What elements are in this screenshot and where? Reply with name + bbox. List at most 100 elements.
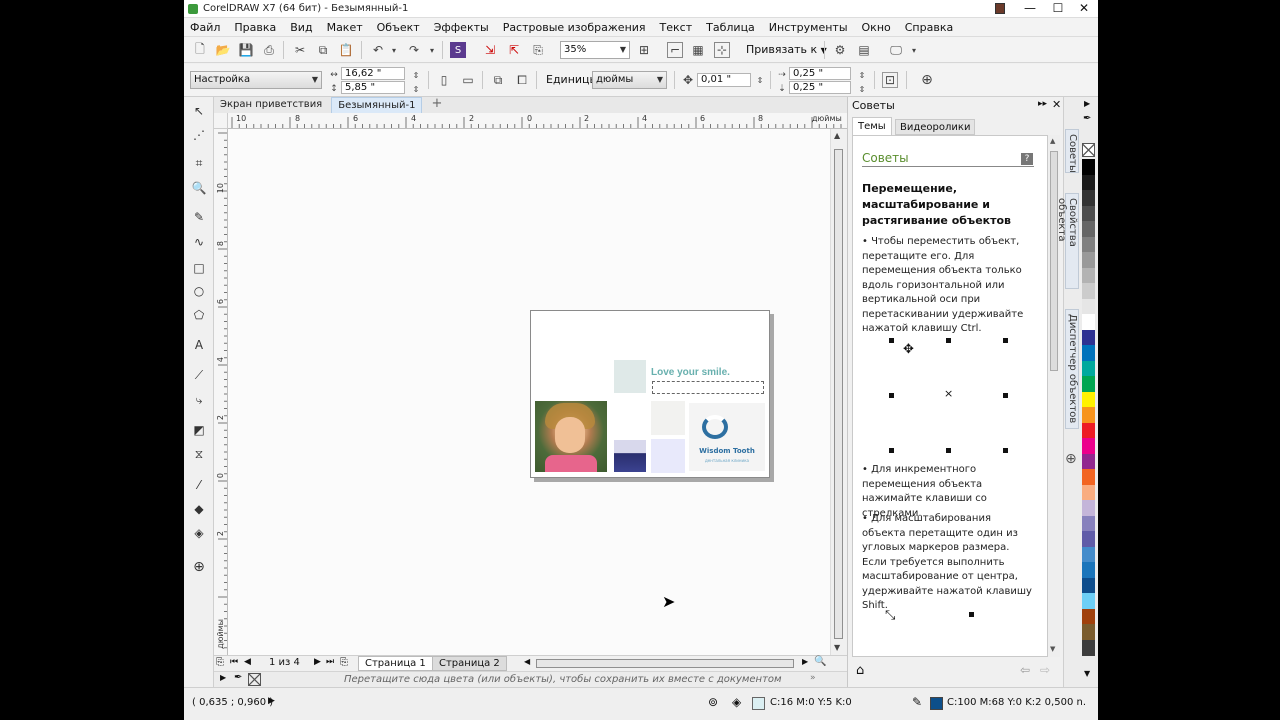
last-page-icon[interactable]: ⏭ <box>326 657 334 667</box>
color-swatch[interactable] <box>1082 500 1095 516</box>
color-swatch[interactable] <box>1082 190 1095 206</box>
artistic-media-icon[interactable]: ∿ <box>191 234 207 250</box>
color-swatch[interactable] <box>1082 391 1095 408</box>
zoom-select[interactable]: 35% ▼ <box>560 41 630 59</box>
vtab-object-manager[interactable]: Диспетчер объектов <box>1065 309 1079 429</box>
menu-bitmaps[interactable]: Растровые изображения <box>503 21 646 34</box>
application-launcher-icon[interactable]: ▤ <box>856 42 872 58</box>
color-swatch[interactable] <box>1082 345 1095 361</box>
color-swatch[interactable] <box>1082 453 1095 470</box>
new-tab-icon[interactable]: + <box>425 97 448 113</box>
polygon-tool-icon[interactable]: ⬠ <box>191 307 207 323</box>
lavender-square[interactable] <box>651 439 685 473</box>
color-swatch[interactable] <box>1082 422 1095 439</box>
duplicate-x-field[interactable]: 0,25 " <box>789 67 851 80</box>
pick-tool-icon[interactable]: ↖ <box>191 103 207 119</box>
palette-options-icon[interactable]: ▶ <box>1084 99 1090 108</box>
navigator-icon[interactable]: 🔍 <box>814 656 826 667</box>
color-swatch[interactable] <box>1082 484 1095 501</box>
eyedropper-icon[interactable]: ✒ <box>234 672 242 683</box>
document-page[interactable]: Love your smile. Wisdom Tooth дентальная… <box>530 310 770 478</box>
scroll-left-icon[interactable]: ◀ <box>524 657 530 666</box>
page-width-field[interactable]: 16,62 " <box>341 67 405 80</box>
tab-videos[interactable]: Видеоролики <box>895 119 976 135</box>
connector-tool-icon[interactable]: ⤷ <box>191 392 207 408</box>
headline-text[interactable]: Love your smile. <box>651 367 730 378</box>
quick-customize-icon[interactable]: ⊕ <box>919 72 935 88</box>
docker-scroll-thumb[interactable] <box>1050 151 1058 371</box>
shape-tool-icon[interactable]: ⋰ <box>191 127 207 143</box>
color-swatch[interactable] <box>1082 562 1095 578</box>
outline-swatch[interactable] <box>930 697 943 710</box>
portrait-icon[interactable]: ▯ <box>436 72 452 88</box>
next-page-icon[interactable]: ▶ <box>314 657 321 667</box>
menu-layout[interactable]: Макет <box>327 21 363 34</box>
color-swatch[interactable] <box>1082 593 1095 609</box>
launch-icon[interactable]: 🖵 <box>888 42 904 58</box>
transparency-icon[interactable]: ⧖ <box>191 446 207 462</box>
redo-dropdown-icon[interactable]: ▾ <box>424 42 440 58</box>
palette-scroll-left-icon[interactable]: » <box>810 673 816 683</box>
scroll-down-icon[interactable]: ▼ <box>834 643 840 652</box>
add-page-before-icon[interactable]: ⎘ <box>216 657 224 668</box>
all-pages-icon[interactable]: ⧉ <box>490 72 506 88</box>
print-icon[interactable]: ⎙ <box>261 42 277 58</box>
vtab-tips[interactable]: Советы <box>1065 129 1079 173</box>
palette-eyedropper-icon[interactable]: ✒ <box>1083 113 1091 124</box>
vertical-scrollbar[interactable]: ▲ ▼ <box>830 129 847 655</box>
fill-swatch[interactable] <box>752 697 765 710</box>
color-swatch[interactable] <box>1082 639 1095 656</box>
color-proof-icon[interactable]: ⊚ <box>708 695 718 709</box>
ruler-origin[interactable] <box>214 113 228 129</box>
color-swatch[interactable] <box>1082 174 1095 191</box>
page-tab-1[interactable]: Страница 1 <box>358 656 433 671</box>
full-screen-preview-icon[interactable]: ⊞ <box>636 42 652 58</box>
show-guidelines-icon[interactable]: ⊹ <box>714 42 730 58</box>
docker-collapse-icon[interactable]: ▸▸ <box>1038 99 1047 109</box>
menu-tools[interactable]: Инструменты <box>769 21 848 34</box>
cut-icon[interactable]: ✂ <box>292 42 308 58</box>
interactive-fill-icon[interactable]: ◆ <box>191 501 207 517</box>
menu-view[interactable]: Вид <box>290 21 312 34</box>
horizontal-scrollbar-thumb[interactable] <box>536 659 794 668</box>
tab-untitled-1[interactable]: Безымянный-1 <box>331 97 423 113</box>
import-icon[interactable]: ⇲ <box>482 42 498 58</box>
no-fill-swatch[interactable] <box>1082 143 1095 157</box>
units-select[interactable]: дюймы ▼ <box>592 71 667 89</box>
vtab-object-properties[interactable]: Свойства объекта <box>1056 193 1079 289</box>
vertical-ruler[interactable]: 10 8 6 4 2 0 2 дюймы <box>214 129 228 655</box>
color-swatch[interactable] <box>1082 469 1095 485</box>
color-swatch[interactable] <box>1082 329 1095 346</box>
undo-icon[interactable]: ↶ <box>370 42 386 58</box>
add-page-after-icon[interactable]: ⎘ <box>340 657 348 668</box>
light-square[interactable] <box>651 401 685 435</box>
horizontal-ruler[interactable]: 10 8 6 4 2 0 2 4 6 8 дюймы <box>228 113 847 129</box>
palette-menu-icon[interactable]: ▶ <box>220 673 226 682</box>
color-swatch[interactable] <box>1082 159 1095 175</box>
publish-pdf-icon[interactable]: ⎘ <box>530 42 546 58</box>
snap-to-dropdown[interactable]: Привязать к ▼ <box>746 43 827 56</box>
color-swatch[interactable] <box>1082 407 1095 423</box>
color-swatch[interactable] <box>1082 546 1095 563</box>
menu-edit[interactable]: Правка <box>234 21 276 34</box>
color-swatch[interactable] <box>1082 624 1095 640</box>
menu-file[interactable]: Файл <box>190 21 220 34</box>
search-content-icon[interactable]: S <box>450 42 466 58</box>
paste-icon[interactable]: 📋 <box>338 42 354 58</box>
scroll-up-icon[interactable]: ▲ <box>834 131 840 140</box>
parallel-dimension-icon[interactable]: ⟋ <box>191 367 207 383</box>
nudge-stepper[interactable]: ⇕ <box>752 72 768 88</box>
color-eyedropper-icon[interactable]: ⁄ <box>191 477 207 493</box>
open-icon[interactable]: 📂 <box>215 42 231 58</box>
color-swatch[interactable] <box>1082 221 1095 237</box>
coords-arrow-icon[interactable]: ▶ <box>268 696 275 706</box>
account-icon[interactable] <box>986 0 1014 18</box>
launch-dropdown-icon[interactable]: ▾ <box>906 42 922 58</box>
logo-panel[interactable]: Wisdom Tooth дентальная клиника <box>689 403 765 471</box>
color-swatch[interactable] <box>1082 515 1095 532</box>
minimize-button[interactable]: — <box>1016 0 1044 18</box>
palette-scroll-down-icon[interactable]: ▼ <box>1084 669 1090 678</box>
color-swatch[interactable] <box>1082 360 1095 377</box>
menu-text[interactable]: Текст <box>660 21 693 34</box>
menu-help[interactable]: Справка <box>905 21 953 34</box>
